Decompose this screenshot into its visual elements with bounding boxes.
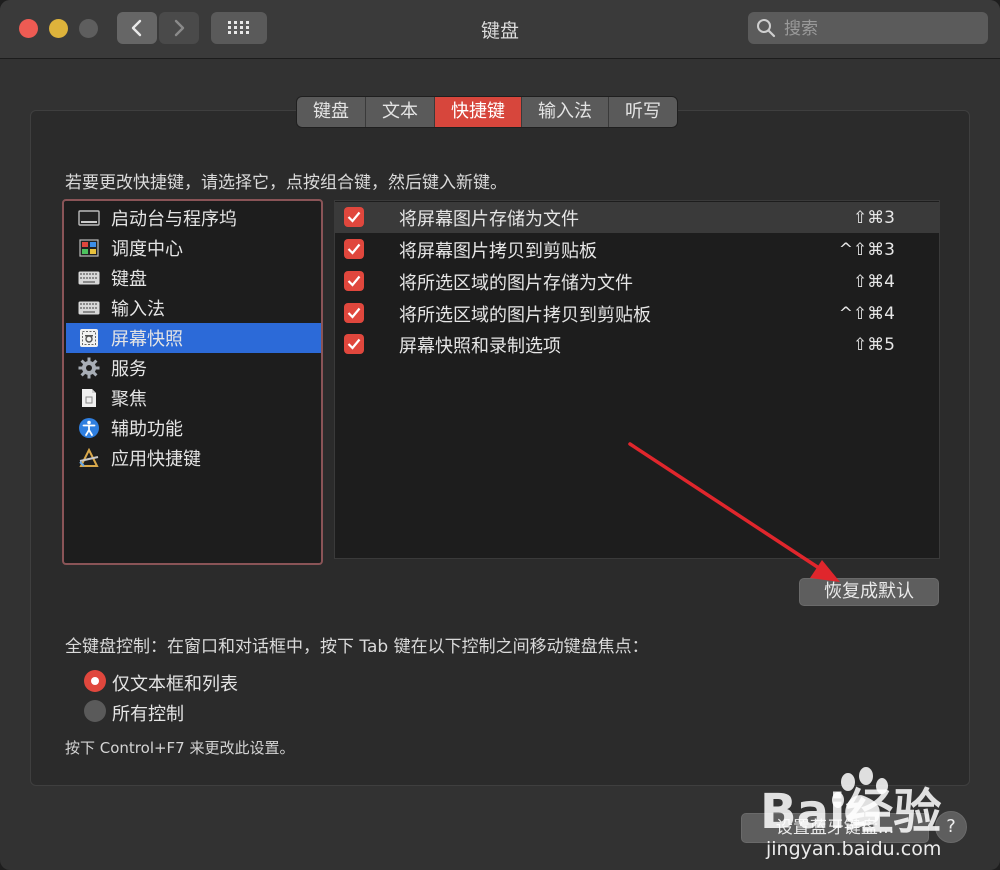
category-item-keyboard[interactable]: 键盘	[66, 263, 321, 293]
search-icon	[757, 19, 776, 38]
shortcut-label: 将所选区域的图片存储为文件	[399, 272, 633, 294]
shortcut-key[interactable]: ^⇧⌘4	[839, 304, 895, 324]
category-item-services[interactable]: 服务	[66, 353, 321, 383]
search-input[interactable]	[782, 15, 982, 43]
document-icon	[78, 388, 100, 408]
category-item-launchpad-dock[interactable]: 启动台与程序坞	[66, 203, 321, 233]
shortcut-label: 将屏幕图片拷贝到剪贴板	[399, 240, 597, 262]
checkmark-icon	[347, 211, 361, 223]
category-item-spotlight[interactable]: 聚焦	[66, 383, 321, 413]
category-item-input-sources[interactable]: 输入法	[66, 293, 321, 323]
tab-input-sources[interactable]: 输入法	[522, 97, 609, 127]
shortcut-key[interactable]: ⇧⌘4	[853, 272, 895, 292]
control-f7-hint: 按下 Control+F7 来更改此设置。	[65, 739, 295, 757]
tab-shortcuts[interactable]: 快捷键	[435, 97, 522, 127]
category-label: 屏幕快照	[111, 329, 183, 350]
title-bar: 键盘	[0, 0, 1000, 59]
category-label: 服务	[111, 359, 147, 380]
shortcut-checkbox[interactable]	[344, 239, 364, 259]
category-label: 启动台与程序坞	[111, 209, 237, 230]
app-shortcut-icon	[78, 448, 100, 468]
shortcut-checkbox[interactable]	[344, 303, 364, 323]
mission-control-icon	[78, 238, 100, 258]
category-label: 调度中心	[111, 239, 183, 260]
category-item-app-shortcuts[interactable]: 应用快捷键	[66, 443, 321, 473]
shortcut-row[interactable]: 将屏幕图片拷贝到剪贴板 ^⇧⌘3	[335, 234, 939, 265]
checkmark-icon	[347, 243, 361, 255]
preferences-window: 键盘 键盘 文本 快捷键 输入法 听写 若要更改快捷键，请选择它，点按组合键，然…	[0, 0, 1000, 870]
radio-all-controls[interactable]	[84, 700, 106, 722]
category-item-mission-control[interactable]: 调度中心	[66, 233, 321, 263]
restore-defaults-button[interactable]: 恢复成默认	[799, 578, 939, 606]
shortcut-checkbox[interactable]	[344, 334, 364, 354]
category-label: 辅助功能	[111, 419, 183, 440]
shortcut-row[interactable]: 将屏幕图片存储为文件 ⇧⌘3	[335, 202, 939, 233]
category-label: 聚焦	[111, 389, 147, 410]
tab-bar: 键盘 文本 快捷键 输入法 听写	[296, 96, 678, 128]
shortcut-label: 屏幕快照和录制选项	[399, 335, 561, 357]
category-item-screenshots[interactable]: 屏幕快照	[66, 323, 321, 353]
instruction-text: 若要更改快捷键，请选择它，点按组合键，然后键入新键。	[65, 173, 507, 193]
input-keyboard-icon	[78, 298, 100, 318]
shortcut-checkbox[interactable]	[344, 271, 364, 291]
search-field[interactable]	[748, 12, 988, 44]
shortcut-list[interactable]: 将屏幕图片存储为文件 ⇧⌘3 将屏幕图片拷贝到剪贴板 ^⇧⌘3 将所选区域的图片…	[334, 200, 940, 559]
shortcut-row[interactable]: 将所选区域的图片拷贝到剪贴板 ^⇧⌘4	[335, 298, 939, 329]
shortcut-row[interactable]: 将所选区域的图片存储为文件 ⇧⌘4	[335, 266, 939, 297]
shortcut-key[interactable]: ⇧⌘5	[853, 335, 895, 355]
radio-label-all-controls[interactable]: 所有控制	[112, 700, 184, 726]
radio-label-text-boxes-lists[interactable]: 仅文本框和列表	[112, 670, 238, 696]
tab-text[interactable]: 文本	[366, 97, 435, 127]
keyboard-icon	[78, 268, 100, 288]
tab-dictation[interactable]: 听写	[609, 97, 677, 127]
shortcut-row[interactable]: 屏幕快照和录制选项 ⇧⌘5	[335, 329, 939, 360]
checkmark-icon	[347, 338, 361, 350]
dock-icon	[78, 208, 100, 228]
category-label: 输入法	[111, 299, 165, 320]
category-label: 键盘	[111, 269, 147, 290]
watermark-brand: Bai经验	[760, 784, 942, 840]
shortcut-checkbox[interactable]	[344, 207, 364, 227]
gear-icon	[78, 357, 100, 379]
accessibility-icon	[78, 418, 100, 438]
shortcut-label: 将所选区域的图片拷贝到剪贴板	[399, 304, 651, 326]
checkmark-icon	[347, 275, 361, 287]
checkmark-icon	[347, 307, 361, 319]
category-list[interactable]: 启动台与程序坞 调度中心 键盘 输入法 屏幕快照 服务 聚焦 辅助功能 应用快捷…	[62, 199, 323, 565]
category-label: 应用快捷键	[111, 449, 201, 470]
shortcut-key[interactable]: ⇧⌘3	[853, 208, 895, 228]
full-keyboard-access-label: 全键盘控制：在窗口和对话框中，按下 Tab 键在以下控制之间移动键盘焦点：	[65, 637, 649, 657]
watermark-url: jingyan.baidu.com	[766, 838, 942, 860]
screenshot-icon	[78, 328, 100, 348]
shortcut-key[interactable]: ^⇧⌘3	[839, 240, 895, 260]
shortcut-label: 将屏幕图片存储为文件	[399, 208, 579, 230]
category-item-accessibility[interactable]: 辅助功能	[66, 413, 321, 443]
tab-keyboard[interactable]: 键盘	[297, 97, 366, 127]
radio-text-boxes-lists[interactable]	[84, 670, 106, 692]
baidu-watermark: Bai经验 jingyan.baidu.com	[760, 762, 995, 868]
